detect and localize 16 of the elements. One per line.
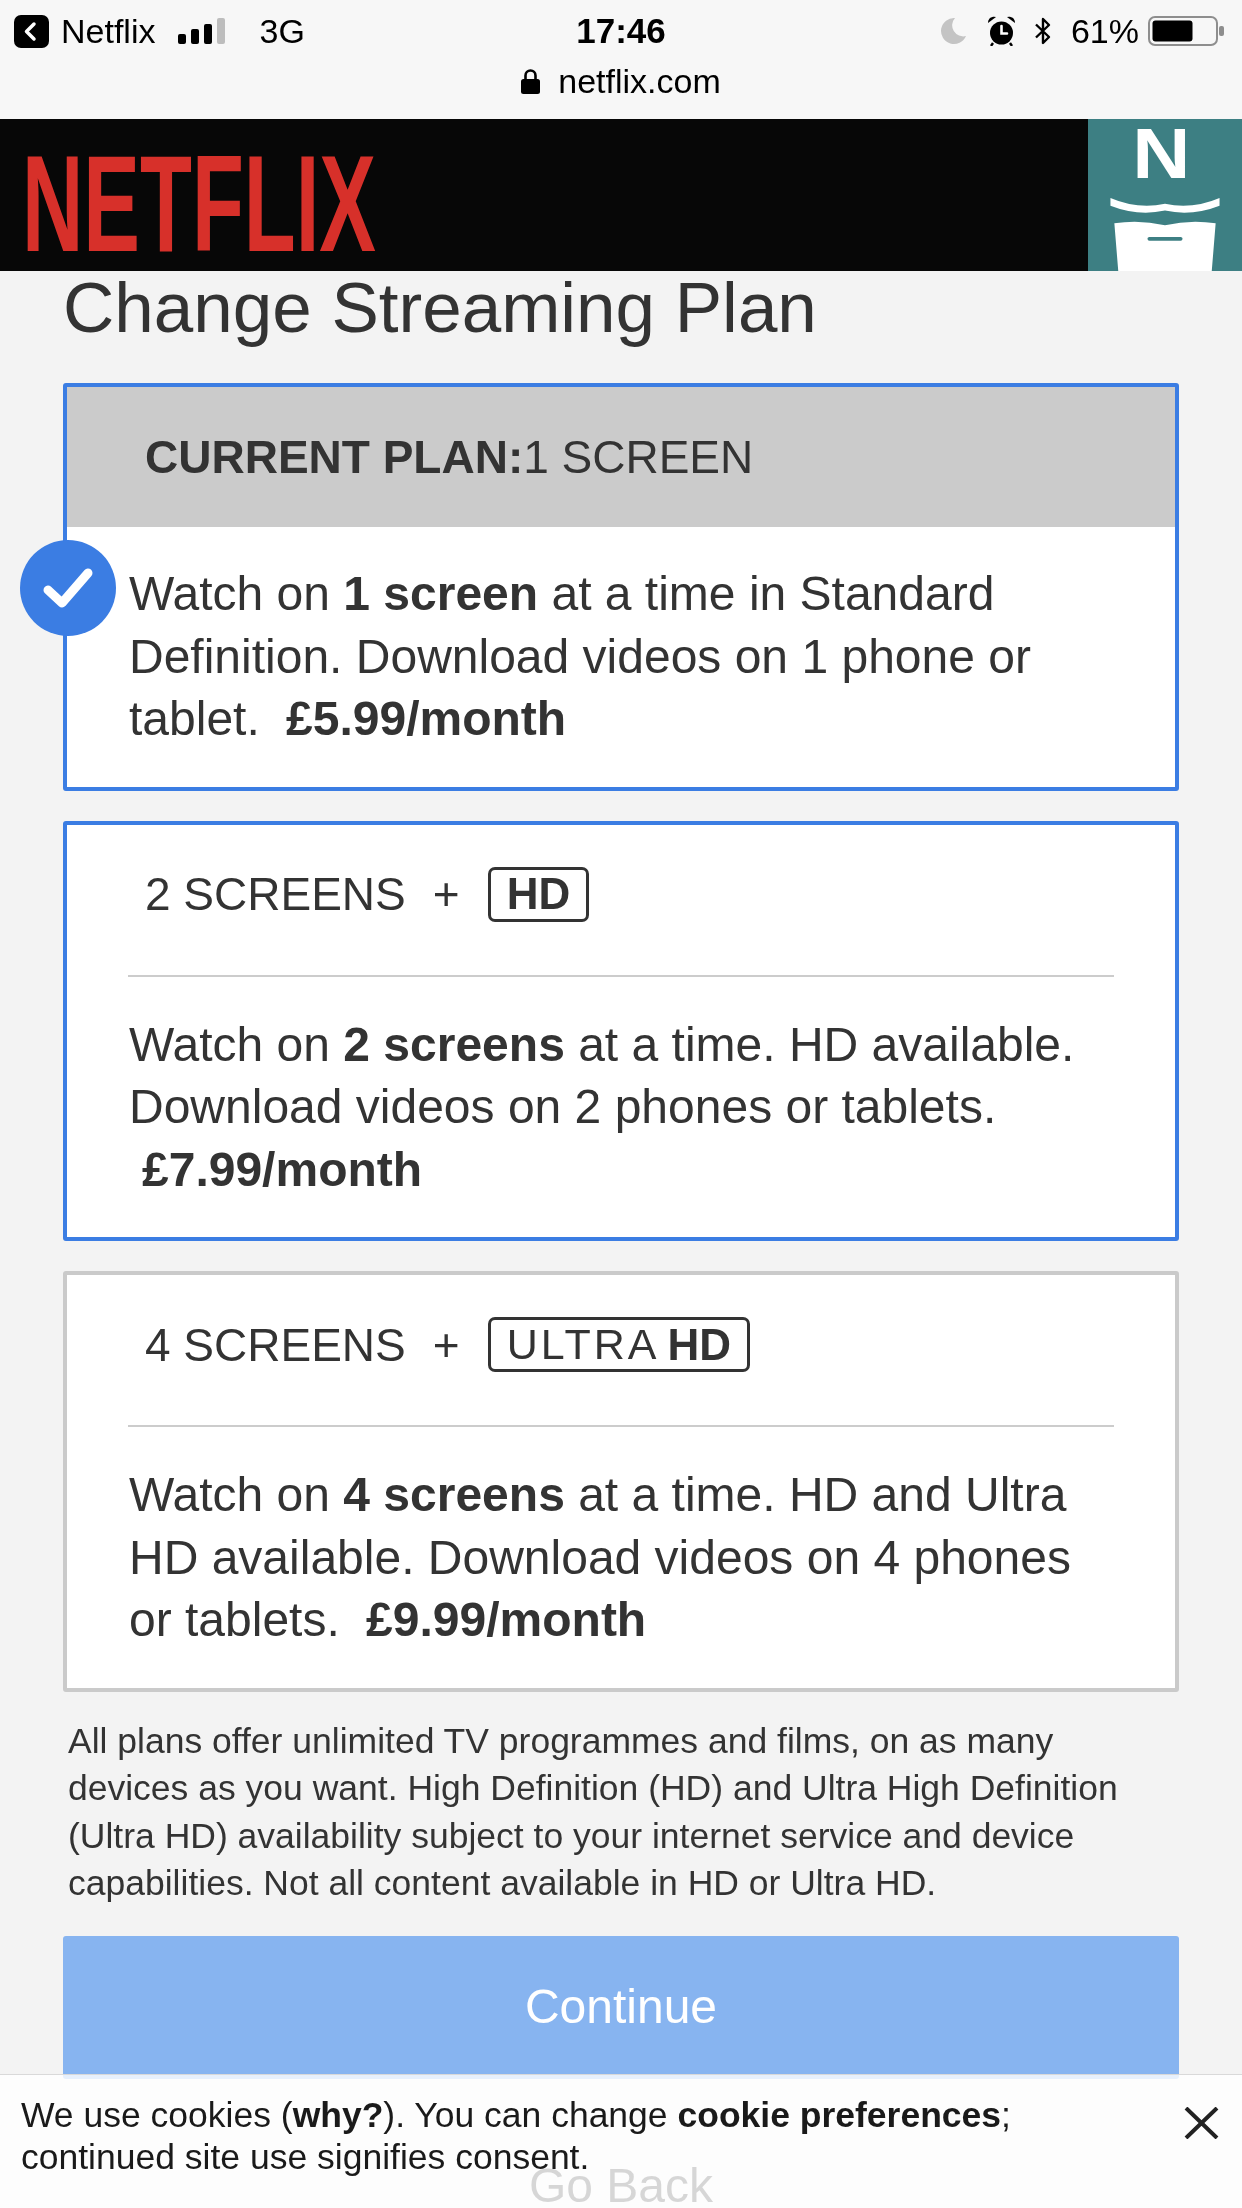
quality-badge: HD [487, 866, 590, 922]
plus-sign: + [432, 1321, 460, 1368]
plan-description: Watch on 1 screen at a time in Standard Definition. Download videos on 1 phone or tablet. £5.99/month [129, 566, 1032, 747]
quality-badge: ULTRA HD [487, 1317, 750, 1372]
battery-percentage: 61% [1070, 10, 1139, 52]
clock-time: 17:46 [576, 9, 666, 52]
cookie-notice-text: We use cookies (why?). You can change cookie preferences; continued site use signifies consent. [21, 2094, 1012, 2177]
current-plan-heading: CURRENT PLAN:1 SCREEN [145, 434, 754, 480]
avatar-letter: N [1131, 119, 1191, 189]
network-type: 3G [259, 10, 305, 52]
plan-description: Watch on 2 screens at a time. HD available. Download videos on 2 phones or tablets. £7.99/month [129, 1016, 1076, 1198]
plans-disclaimer: All plans offer unlimited TV programmes and films, on as many devices as you want. High Definition (HD) and Ultra High Definition (Ultra HD) availability subject to your internet service and device capabilities. Not all content available in HD or Ultra HD. [68, 1719, 1119, 1906]
plan-description: Watch on 4 screens at a time. HD and Ultra HD available. Download videos on 4 phones or tablets. £9.99/month [129, 1467, 1072, 1648]
plan-screens-label: 2 SCREENS [145, 871, 406, 917]
plan-screens-label: 4 SCREENS [145, 1321, 406, 1368]
plus-sign: + [432, 871, 460, 917]
